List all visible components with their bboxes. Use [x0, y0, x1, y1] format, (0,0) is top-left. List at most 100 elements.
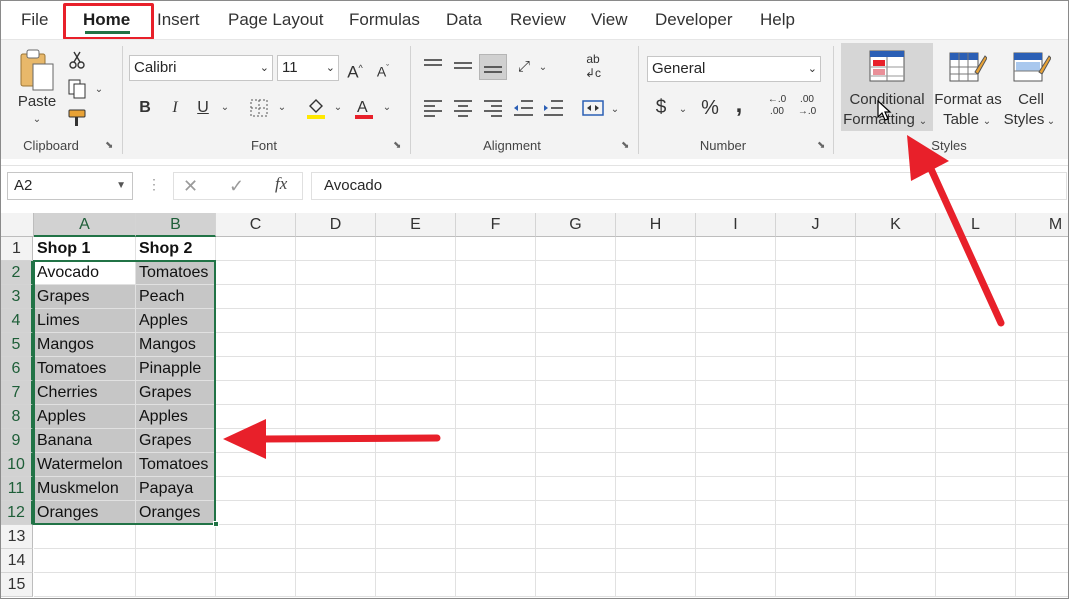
row-header-4[interactable]: 4 — [1, 309, 33, 333]
align-left-icon[interactable] — [421, 98, 445, 118]
cancel-icon[interactable]: ✕ — [183, 176, 198, 197]
cell-f9[interactable] — [456, 429, 536, 453]
cell-a2[interactable]: Avocado — [34, 261, 136, 285]
cell-i5[interactable] — [696, 333, 776, 357]
cell-d13[interactable] — [296, 525, 376, 549]
cell-e3[interactable] — [376, 285, 456, 309]
format-as-table-icon[interactable] — [949, 50, 988, 84]
cell-m4[interactable] — [1016, 309, 1068, 333]
cell-j3[interactable] — [776, 285, 856, 309]
cell-k9[interactable] — [856, 429, 936, 453]
underline-icon[interactable]: U — [193, 95, 213, 121]
number-launcher-icon[interactable]: ⬊ — [817, 140, 825, 151]
cell-c11[interactable] — [216, 477, 296, 501]
clipboard-launcher-icon[interactable]: ⬊ — [105, 140, 113, 151]
cell-e6[interactable] — [376, 357, 456, 381]
cell-j5[interactable] — [776, 333, 856, 357]
merge-dropdown-icon[interactable]: ⌄ — [609, 100, 621, 120]
cell-h6[interactable] — [616, 357, 696, 381]
cell-l4[interactable] — [936, 309, 1016, 333]
cell-k4[interactable] — [856, 309, 936, 333]
cell-d9[interactable] — [296, 429, 376, 453]
cell-k15[interactable] — [856, 573, 936, 597]
middle-align-icon[interactable] — [451, 56, 475, 76]
wrap-text-icon[interactable]: ab ↲c — [581, 52, 605, 80]
cell-m15[interactable] — [1016, 573, 1068, 597]
cell-f6[interactable] — [456, 357, 536, 381]
cell-b9[interactable]: Grapes — [136, 429, 216, 453]
cell-m3[interactable] — [1016, 285, 1068, 309]
tab-help[interactable]: Help — [760, 1, 795, 39]
cell-e7[interactable] — [376, 381, 456, 405]
cell-i7[interactable] — [696, 381, 776, 405]
cell-a7[interactable]: Cherries — [34, 381, 136, 405]
column-header-k[interactable]: K — [856, 213, 936, 237]
cell-h10[interactable] — [616, 453, 696, 477]
cell-a3[interactable]: Grapes — [34, 285, 136, 309]
cell-g2[interactable] — [536, 261, 616, 285]
cell-m5[interactable] — [1016, 333, 1068, 357]
font-name-select[interactable]: Calibri ⌄ — [129, 55, 273, 81]
cell-f7[interactable] — [456, 381, 536, 405]
cell-j7[interactable] — [776, 381, 856, 405]
font-size-select[interactable]: 11 ⌄ — [277, 55, 339, 81]
column-header-l[interactable]: L — [936, 213, 1016, 237]
cell-e1[interactable] — [376, 237, 456, 261]
cell-f10[interactable] — [456, 453, 536, 477]
cell-h9[interactable] — [616, 429, 696, 453]
cell-g7[interactable] — [536, 381, 616, 405]
cell-a14[interactable] — [34, 549, 136, 573]
tab-insert[interactable]: Insert — [157, 1, 200, 39]
cell-k7[interactable] — [856, 381, 936, 405]
cell-l9[interactable] — [936, 429, 1016, 453]
cell-j10[interactable] — [776, 453, 856, 477]
cell-h13[interactable] — [616, 525, 696, 549]
cell-g4[interactable] — [536, 309, 616, 333]
column-header-d[interactable]: D — [296, 213, 376, 237]
currency-dropdown-icon[interactable]: ⌄ — [677, 100, 689, 120]
row-header-13[interactable]: 13 — [1, 525, 33, 549]
cell-e11[interactable] — [376, 477, 456, 501]
cell-c14[interactable] — [216, 549, 296, 573]
cell-c5[interactable] — [216, 333, 296, 357]
cell-b2[interactable]: Tomatoes — [136, 261, 216, 285]
cell-j1[interactable] — [776, 237, 856, 261]
cell-h5[interactable] — [616, 333, 696, 357]
row-header-15[interactable]: 15 — [1, 573, 33, 597]
cell-k5[interactable] — [856, 333, 936, 357]
cell-e10[interactable] — [376, 453, 456, 477]
cell-j4[interactable] — [776, 309, 856, 333]
name-box[interactable]: A2 ▼ — [7, 172, 133, 200]
tab-review[interactable]: Review — [510, 1, 566, 39]
align-center-icon[interactable] — [451, 98, 475, 118]
column-header-h[interactable]: H — [616, 213, 696, 237]
cell-j13[interactable] — [776, 525, 856, 549]
paste-icon[interactable] — [17, 48, 57, 92]
cell-m9[interactable] — [1016, 429, 1068, 453]
row-header-5[interactable]: 5 — [1, 333, 33, 357]
cell-f11[interactable] — [456, 477, 536, 501]
cell-k13[interactable] — [856, 525, 936, 549]
cell-j14[interactable] — [776, 549, 856, 573]
italic-icon[interactable]: I — [165, 95, 185, 121]
format-as-table-label-1[interactable]: Format as — [931, 90, 1005, 110]
cell-c12[interactable] — [216, 501, 296, 525]
row-header-6[interactable]: 6 — [1, 357, 33, 381]
cell-l3[interactable] — [936, 285, 1016, 309]
cell-h8[interactable] — [616, 405, 696, 429]
paste-label[interactable]: Paste — [15, 92, 59, 112]
cell-l7[interactable] — [936, 381, 1016, 405]
cell-f13[interactable] — [456, 525, 536, 549]
column-header-g[interactable]: G — [536, 213, 616, 237]
cell-f5[interactable] — [456, 333, 536, 357]
increase-font-size-icon[interactable]: A^ — [343, 55, 367, 82]
row-header-11[interactable]: 11 — [1, 477, 33, 501]
merge-center-icon[interactable] — [581, 98, 605, 118]
cell-m14[interactable] — [1016, 549, 1068, 573]
cell-h12[interactable] — [616, 501, 696, 525]
cell-j9[interactable] — [776, 429, 856, 453]
cell-a13[interactable] — [34, 525, 136, 549]
cell-styles-label-2[interactable]: Styles — [1001, 110, 1047, 130]
alignment-launcher-icon[interactable]: ⬊ — [621, 140, 629, 151]
cell-i4[interactable] — [696, 309, 776, 333]
